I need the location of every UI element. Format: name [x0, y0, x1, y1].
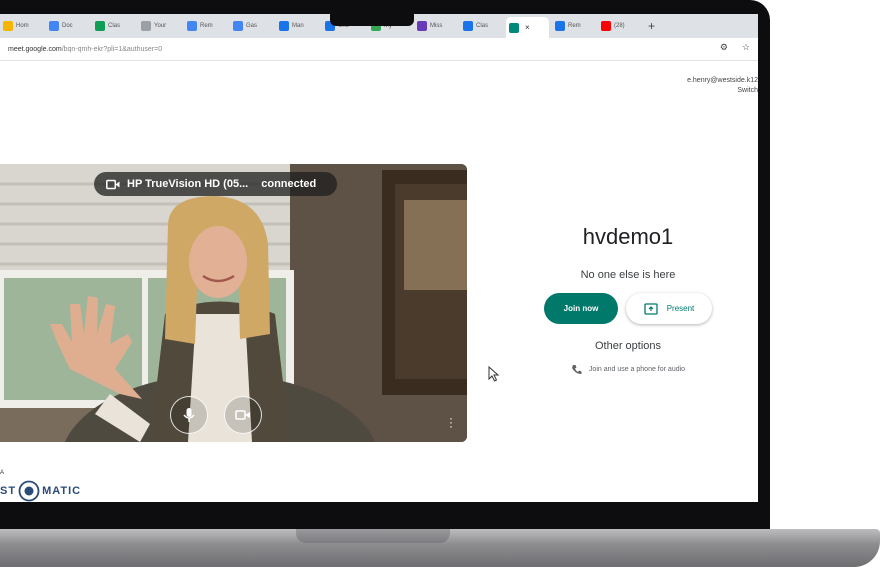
browser-tab[interactable]: Rem: [552, 18, 595, 35]
watermark-brand: ST: [0, 485, 17, 497]
microphone-icon: [183, 408, 195, 422]
camera-notch: [330, 14, 414, 26]
tab-label: Hom: [16, 23, 29, 29]
browser-tab[interactable]: Doc: [46, 18, 89, 35]
tab-favicon-icon: [417, 21, 427, 31]
browser-tab[interactable]: Man: [276, 18, 319, 35]
phone-audio-option[interactable]: Join and use a phone for audio: [528, 364, 728, 375]
phone-audio-label: Join and use a phone for audio: [588, 366, 686, 373]
url-host: meet.google.com: [8, 45, 62, 53]
other-options-heading: Other options: [594, 340, 662, 352]
close-tab-icon[interactable]: ×: [525, 23, 530, 32]
camera-status-pill: HP TrueVision HD (05... connected: [94, 172, 337, 196]
present-screen-icon: [644, 302, 658, 315]
tab-favicon-icon: [49, 21, 59, 31]
meeting-name: hvdemo1: [582, 224, 674, 249]
tab-label: Miss: [430, 23, 443, 29]
tab-favicon-icon: [187, 21, 197, 31]
key-icon[interactable]: ⚙: [720, 42, 728, 53]
address-bar[interactable]: meet.google.com/bqn-qmh-ekr?pli=1&authus…: [0, 38, 758, 61]
camera-preview: HP TrueVision HD (05... connected · · ·: [0, 164, 467, 442]
browser-tab[interactable]: ×: [506, 17, 549, 38]
tab-label: Clas: [476, 23, 489, 29]
camera-toggle-button[interactable]: [224, 396, 262, 434]
phone-icon: [571, 365, 582, 375]
camera-name: HP TrueVision HD (05...: [127, 178, 249, 190]
browser-tab[interactable]: Gas: [230, 18, 273, 35]
tab-favicon-icon: [509, 22, 519, 33]
watermark-top-text: A: [0, 470, 5, 476]
url-path: /bqn-qmh-ekr?pli=1&authuser=0: [61, 45, 163, 53]
tab-favicon-icon: [555, 21, 565, 31]
tab-label: Doc: [62, 23, 73, 29]
url-text[interactable]: meet.google.com/bqn-qmh-ekr?pli=1&authus…: [8, 46, 162, 53]
tab-favicon-icon: [463, 21, 473, 31]
new-tab-button[interactable]: +: [648, 19, 655, 33]
tab-favicon-icon: [3, 21, 13, 31]
tab-favicon-icon: [279, 21, 289, 31]
browser-tab[interactable]: (28): [598, 18, 641, 35]
tab-favicon-icon: [601, 21, 611, 31]
browser-tab[interactable]: Rem: [184, 18, 227, 35]
microphone-toggle-button[interactable]: [170, 396, 208, 434]
presence-text: No one else is here: [580, 269, 676, 281]
tab-label: Rem: [200, 23, 213, 29]
present-button-label: Present: [666, 304, 695, 313]
join-now-button[interactable]: Join now: [544, 293, 618, 324]
browser-tab[interactable]: Hom: [0, 18, 43, 35]
video-camera-icon: [106, 179, 120, 189]
more-options-icon[interactable]: · · ·: [449, 412, 453, 432]
tab-favicon-icon: [141, 21, 151, 31]
browser-tab[interactable]: Clas: [460, 18, 503, 35]
laptop-screen: Hom Doc Clas Your Rem Gas Man Unti My Miss Clas × Re…: [0, 14, 758, 502]
browser-tab[interactable]: Your: [138, 18, 181, 35]
tab-label: Rem: [568, 23, 581, 29]
camera-connection-status: connected: [261, 178, 317, 190]
join-panel: hvdemo1 No one else is here Join now Pre…: [528, 224, 728, 375]
tab-favicon-icon: [95, 21, 105, 31]
tab-label: Gas: [246, 23, 258, 29]
watermark-brand-suffix: MATIC: [42, 485, 82, 497]
mouse-cursor-icon: [488, 366, 500, 382]
watermark-logo: A ST MATIC: [0, 470, 81, 502]
camera-icon: [235, 410, 250, 420]
tab-favicon-icon: [233, 21, 243, 31]
browser-tab[interactable]: Miss: [414, 18, 457, 35]
account-email: e.henry@westside.k12: [687, 77, 758, 84]
tab-label: Your: [154, 23, 167, 29]
present-button[interactable]: Present: [626, 293, 712, 324]
bookmark-star-icon[interactable]: ☆: [742, 42, 750, 53]
switch-account-link[interactable]: Switch: [687, 86, 758, 96]
tab-label: Man: [292, 23, 304, 29]
laptop-base-lip: [296, 529, 450, 543]
tab-label: Clas: [108, 23, 121, 29]
record-target-icon: [18, 480, 40, 502]
tab-label: (28): [614, 23, 625, 29]
browser-tab[interactable]: Clas: [92, 18, 135, 35]
account-info: e.henry@westside.k12 Switch: [687, 76, 758, 96]
